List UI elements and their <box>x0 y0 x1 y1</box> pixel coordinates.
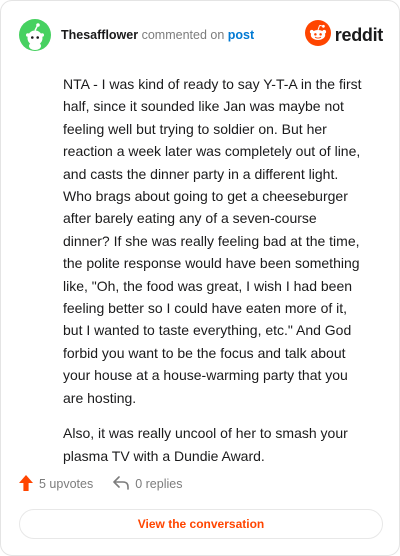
byline-action: commented on <box>141 28 225 42</box>
reddit-logo-icon <box>304 19 331 51</box>
reply-count: 0 replies <box>135 477 183 491</box>
comment-card: Thesafflower commented on post reddit NT… <box>0 0 400 556</box>
comment-paragraph: NTA - I was kind of ready to say Y-T-A i… <box>63 76 362 406</box>
upvote-control[interactable]: 5 upvotes <box>19 474 94 494</box>
byline: Thesafflower commented on post <box>61 27 254 43</box>
reply-arrow-icon[interactable] <box>113 475 135 493</box>
comment-paragraph: Also, it was really uncool of her to sma… <box>63 425 348 464</box>
reply-control[interactable]: 0 replies <box>113 475 183 493</box>
upvote-arrow-icon[interactable] <box>19 474 39 494</box>
upvote-count: 5 upvotes <box>39 477 94 491</box>
snoo-avatar-icon[interactable] <box>19 19 51 51</box>
view-conversation-button[interactable]: View the conversation <box>19 509 383 539</box>
username-link[interactable]: Thesafflower <box>61 28 138 42</box>
brand-name: reddit <box>334 24 384 45</box>
comment-header: Thesafflower commented on post reddit <box>19 19 383 51</box>
comment-footer: 5 upvotes 0 replies <box>19 474 202 494</box>
reddit-brand[interactable]: reddit <box>304 19 384 51</box>
post-link[interactable]: post <box>228 28 254 42</box>
comment-body: NTA - I was kind of ready to say Y-T-A i… <box>63 73 363 480</box>
